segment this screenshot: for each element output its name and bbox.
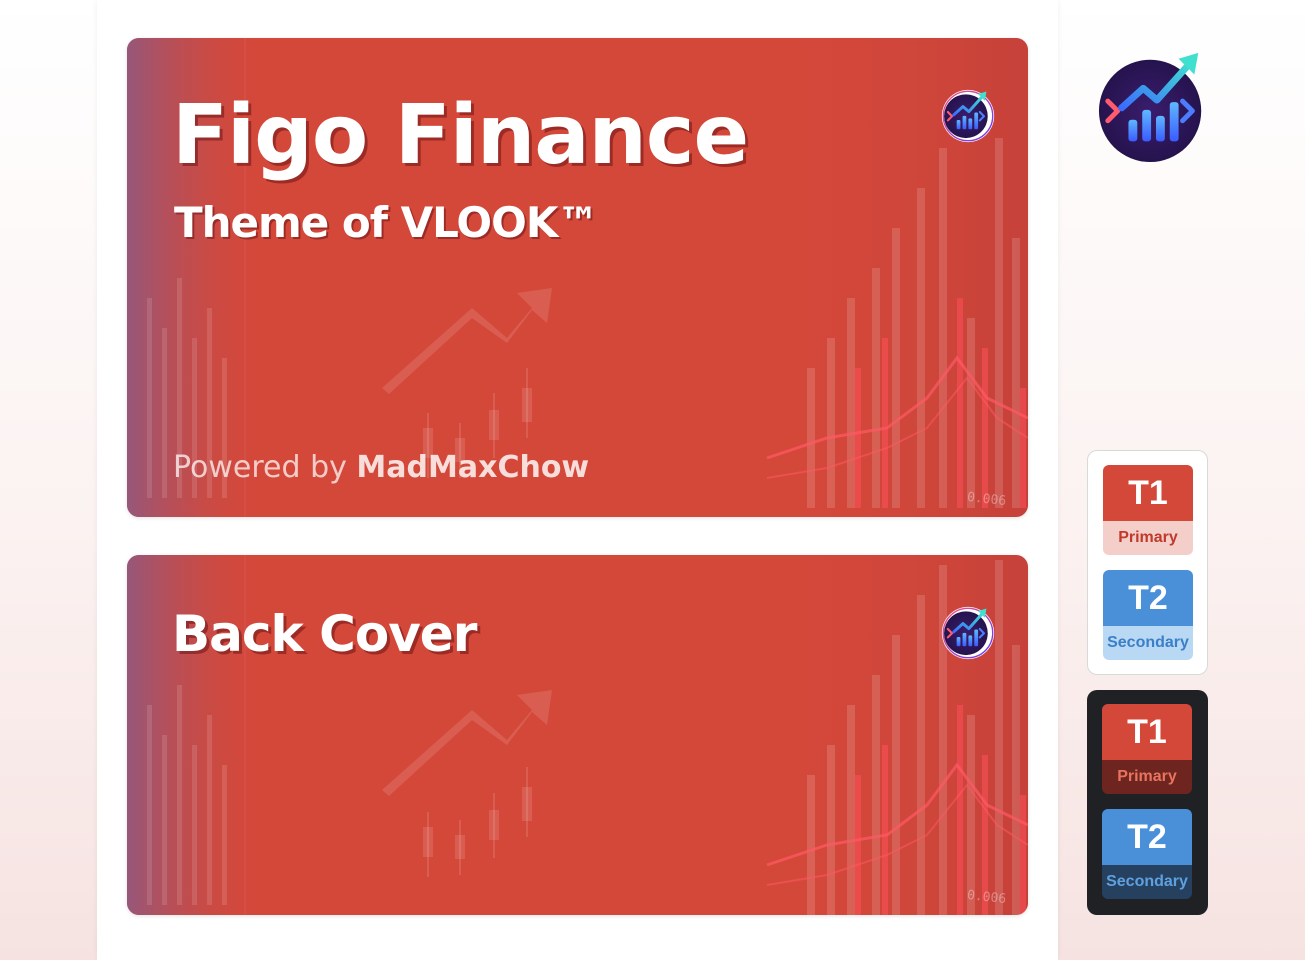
swatch-label: Primary: [1103, 521, 1193, 555]
primary-color-swatch: T1 Primary: [1102, 704, 1192, 794]
light-theme-swatches: T1 Primary T2 Secondary: [1087, 450, 1208, 675]
back-cover-title: Back Cover: [172, 605, 477, 663]
cover-subtitle: Theme of VLOOK™: [174, 198, 599, 247]
swatch-label: Secondary: [1103, 626, 1193, 660]
swatch-code: T1: [1102, 704, 1192, 760]
primary-color-swatch: T1 Primary: [1103, 465, 1193, 555]
swatch-code: T1: [1103, 465, 1193, 521]
finance-logo-icon: [940, 605, 996, 661]
secondary-color-swatch: T2 Secondary: [1103, 570, 1193, 660]
swatch-label: Secondary: [1102, 865, 1192, 899]
powered-by-text: Powered by MadMaxChow: [173, 450, 589, 485]
back-cover-preview: Back Cover 0.006: [127, 555, 1028, 915]
finance-logo-icon: [940, 88, 996, 144]
author-name: MadMaxChow: [356, 450, 590, 485]
swatch-code: T2: [1102, 809, 1192, 865]
swatch-code: T2: [1103, 570, 1193, 626]
secondary-color-swatch: T2 Secondary: [1102, 809, 1192, 899]
dark-theme-swatches: T1 Primary T2 Secondary: [1087, 690, 1208, 915]
swatch-label: Primary: [1102, 760, 1192, 794]
front-cover-preview: Figo Finance Theme of VLOOK™ Powered by …: [127, 38, 1028, 517]
powered-prefix: Powered by: [173, 450, 357, 485]
cover-title: Figo Finance: [172, 88, 749, 183]
finance-logo-icon: [1096, 46, 1214, 166]
